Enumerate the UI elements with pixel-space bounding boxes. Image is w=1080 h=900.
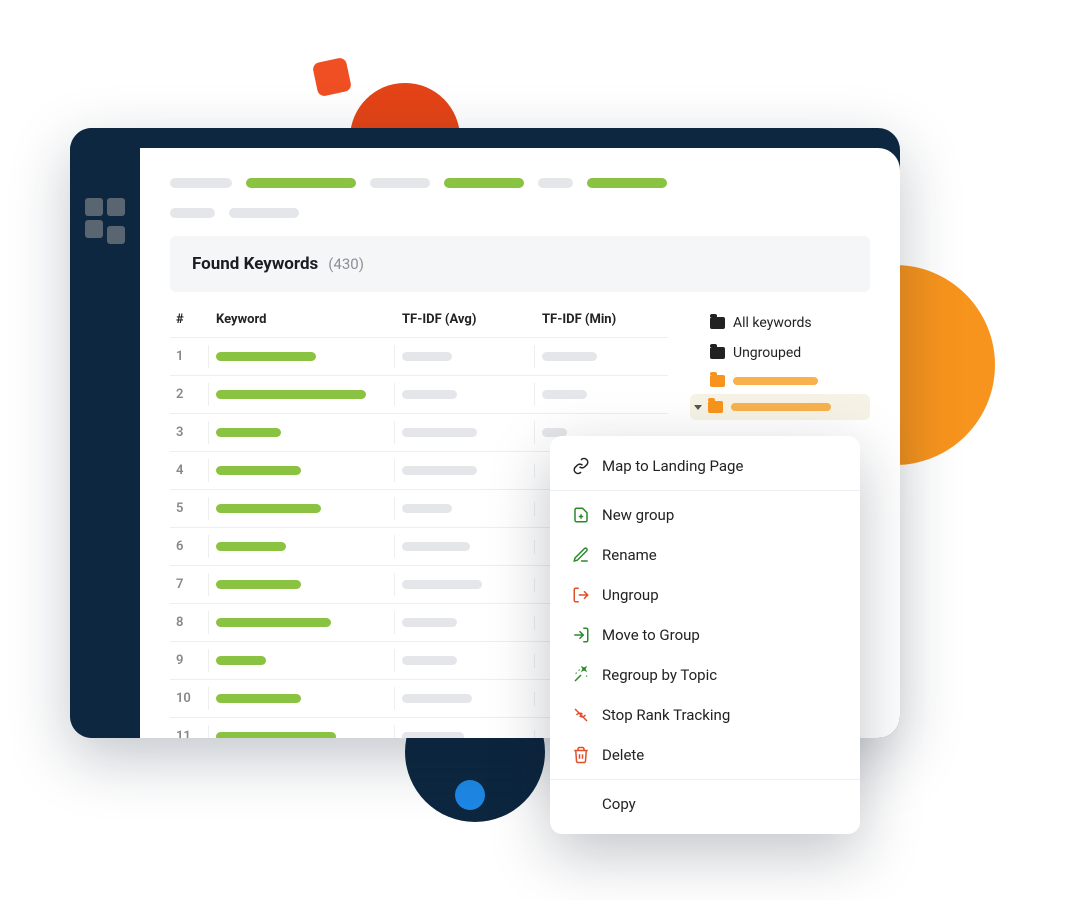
blank-icon [572,795,590,813]
crumb-skel [444,178,524,188]
cell-keyword [216,580,392,589]
category-ungrouped[interactable]: Ungrouped [690,338,870,368]
app-sidebar [70,128,140,738]
cell-tfidf-min [542,352,662,361]
row-number: 11 [176,729,206,738]
cell-tfidf-avg [402,466,532,475]
category-label-skel [731,403,831,411]
link-icon [572,457,590,475]
col-num[interactable]: # [176,312,206,327]
cell-tfidf-avg [402,390,532,399]
cell-tfidf-avg [402,542,532,551]
panel-count: (430) [328,255,364,273]
add-file-icon [572,506,590,524]
cell-keyword [216,390,392,399]
row-number: 4 [176,463,206,478]
decor-orange-square [312,57,352,97]
table-header: # Keyword TF-IDF (Avg) TF-IDF (Min) [170,302,668,338]
cell-tfidf-avg [402,732,532,738]
cell-tfidf-min [542,390,662,399]
row-number: 7 [176,577,206,592]
cell-tfidf-avg [402,352,532,361]
row-number: 10 [176,691,206,706]
decor-blue-circle [455,780,485,810]
cell-keyword [216,428,392,437]
cell-tfidf-avg [402,694,532,703]
category-label: All keywords [733,315,812,331]
col-keyword[interactable]: Keyword [216,312,392,327]
cell-keyword [216,694,392,703]
chevron-down-icon [694,405,702,410]
table-row[interactable]: 1 [170,338,668,376]
category-label: Ungrouped [733,345,801,361]
row-number: 6 [176,539,206,554]
folder-icon [710,375,725,387]
category-all[interactable]: All keywords [690,308,870,338]
crumb-skel [370,178,430,188]
col-tfidf-min[interactable]: TF-IDF (Min) [542,312,662,327]
cell-keyword [216,656,392,665]
breadcrumb [170,178,870,218]
row-number: 9 [176,653,206,668]
menu-ungroup[interactable]: Ungroup [550,575,860,615]
crumb-skel [246,178,356,188]
cell-tfidf-avg [402,618,532,627]
row-number: 5 [176,501,206,516]
magic-icon [572,666,590,684]
app-logo-icon [85,198,125,238]
menu-new-group[interactable]: New group [550,495,860,535]
context-menu: Map to Landing Page New group Rename Ung… [550,436,860,834]
exit-icon [572,586,590,604]
table-row[interactable]: 2 [170,376,668,414]
cell-keyword [216,466,392,475]
crumb-skel [587,178,667,188]
cell-keyword [216,542,392,551]
crumb-skel [170,178,232,188]
panel-title: Found Keywords [192,254,318,274]
unlink-icon [572,706,590,724]
enter-icon [572,626,590,644]
row-number: 2 [176,387,206,402]
folder-icon [708,401,723,413]
menu-regroup-topic[interactable]: Regroup by Topic [550,655,860,695]
crumb-skel [538,178,573,188]
menu-rename[interactable]: Rename [550,535,860,575]
menu-move-group[interactable]: Move to Group [550,615,860,655]
edit-icon [572,546,590,564]
menu-copy[interactable]: Copy [550,784,860,824]
cell-keyword [216,732,392,738]
category-group-selected[interactable] [690,394,870,420]
row-number: 1 [176,349,206,364]
menu-stop-tracking[interactable]: Stop Rank Tracking [550,695,860,735]
cell-keyword [216,504,392,513]
trash-icon [572,746,590,764]
cell-tfidf-avg [402,656,532,665]
folder-icon [710,347,725,359]
row-number: 8 [176,615,206,630]
category-label-skel [733,377,818,385]
menu-map-landing[interactable]: Map to Landing Page [550,446,860,486]
category-group[interactable] [690,368,870,394]
folder-icon [710,317,725,329]
cell-keyword [216,618,392,627]
col-tfidf-avg[interactable]: TF-IDF (Avg) [402,312,532,327]
panel-header: Found Keywords (430) [170,236,870,292]
crumb-skel [170,208,215,218]
crumb-skel [229,208,299,218]
row-number: 3 [176,425,206,440]
cell-tfidf-avg [402,504,532,513]
cell-keyword [216,352,392,361]
cell-tfidf-avg [402,580,532,589]
cell-tfidf-avg [402,428,532,437]
menu-delete[interactable]: Delete [550,735,860,775]
